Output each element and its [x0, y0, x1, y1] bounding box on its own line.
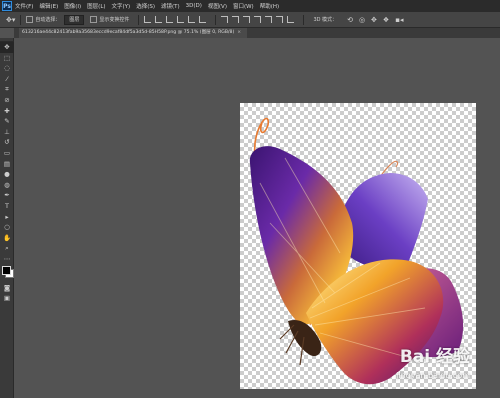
show-transform-label: 显示变换控件	[99, 17, 130, 23]
healing-brush-icon[interactable]: ✚	[0, 106, 14, 117]
divider	[303, 14, 305, 25]
distribute-top-icon[interactable]	[221, 16, 229, 23]
eraser-icon[interactable]: ▭	[0, 148, 14, 159]
menu-view[interactable]: 视图(V)	[208, 2, 227, 10]
menu-help[interactable]: 帮助(H)	[260, 2, 279, 10]
document-tab-title: 613216ae44c82413fab9a35683eccd9ecaf84df5…	[22, 30, 235, 35]
type-icon[interactable]: T	[0, 201, 14, 212]
close-icon[interactable]: ×	[237, 30, 241, 35]
shape-icon[interactable]: ○	[0, 222, 14, 233]
move-tool-preset-icon[interactable]: ✥▾	[6, 16, 15, 24]
menu-layer[interactable]: 图层(L)	[87, 2, 105, 10]
distribute-right-icon[interactable]	[276, 16, 284, 23]
menu-select[interactable]: 选择(S)	[136, 2, 155, 10]
menu-image[interactable]: 图像(I)	[64, 2, 81, 10]
eyedropper-icon[interactable]: ⊘	[0, 95, 14, 106]
watermark-logo: Bai 经验	[399, 347, 470, 367]
foreground-color-swatch[interactable]	[2, 266, 11, 276]
auto-select-dropdown[interactable]: 图层	[64, 14, 85, 25]
distribute-left-icon[interactable]	[254, 16, 262, 23]
move-icon[interactable]: ✥	[0, 42, 14, 53]
align-top-icon[interactable]	[144, 16, 152, 23]
menu-bar: Ps 文件(F) 编辑(E) 图像(I) 图层(L) 文字(Y) 选择(S) 滤…	[0, 0, 500, 12]
screen-mode-icon[interactable]: ▣	[0, 293, 14, 304]
history-brush-icon[interactable]: ↺	[0, 137, 14, 148]
photoshop-logo-icon: Ps	[2, 1, 12, 11]
distribute-vcenter-icon[interactable]	[232, 16, 240, 23]
more-tools-icon[interactable]: ⋯	[0, 254, 14, 265]
auto-align-icon[interactable]	[287, 16, 295, 23]
watermark-url: jingyan.baidu.com	[396, 371, 470, 380]
document-canvas[interactable]: Bai 经验 jingyan.baidu.com	[240, 103, 476, 389]
distribute-bottom-icon[interactable]	[243, 16, 251, 23]
align-buttons	[144, 14, 298, 25]
menu-edit[interactable]: 编辑(E)	[39, 2, 58, 10]
auto-select-label: 自动选择：	[35, 17, 61, 23]
tools-panel: ✥ ⬚ ◌ ⁄ ⌗ ⊘ ✚ ✎ ⊥ ↺ ▭ ▤ ● ◍ ✒ T ▸ ○ ✋ ⌕ ⋯ ◙ ▣	[0, 38, 14, 398]
marquee-icon[interactable]: ⬚	[0, 53, 14, 64]
options-bar: ✥▾ 自动选择： 图层 显示变换控件 3D 模式： ⟲ ◎ ✥ ❖ ▪◂	[0, 12, 500, 28]
align-bottom-icon[interactable]	[166, 16, 174, 23]
3d-mode-label: 3D 模式：	[313, 17, 338, 23]
lasso-icon[interactable]: ◌	[0, 63, 14, 74]
document-tab-bar: 613216ae44c82413fab9a35683eccd9ecaf84df5…	[14, 28, 500, 38]
quick-select-icon[interactable]: ⁄	[0, 74, 14, 85]
align-hcenter-icon[interactable]	[188, 16, 196, 23]
3d-rotate-icon[interactable]: ⟲	[347, 16, 353, 24]
align-right-icon[interactable]	[199, 16, 207, 23]
pen-icon[interactable]: ✒	[0, 190, 14, 201]
quick-mask-icon[interactable]: ◙	[0, 282, 14, 293]
menu-type[interactable]: 文字(Y)	[112, 2, 131, 10]
crop-icon[interactable]: ⌗	[0, 84, 14, 95]
blur-icon[interactable]: ●	[0, 169, 14, 180]
3d-scale-icon[interactable]: ▪◂	[395, 16, 403, 24]
auto-select-checkbox[interactable]	[26, 16, 34, 23]
distribute-hcenter-icon[interactable]	[265, 16, 273, 23]
tool-list: ✥ ⬚ ◌ ⁄ ⌗ ⊘ ✚ ✎ ⊥ ↺ ▭ ▤ ● ◍ ✒ T ▸ ○ ✋ ⌕ ⋯	[0, 42, 14, 265]
brush-icon[interactable]: ✎	[0, 116, 14, 127]
show-transform-checkbox[interactable]	[90, 16, 98, 23]
menu-window[interactable]: 窗口(W)	[233, 2, 254, 10]
menu-filter[interactable]: 滤镜(T)	[161, 2, 180, 10]
hand-icon[interactable]: ✋	[0, 233, 14, 244]
align-vcenter-icon[interactable]	[155, 16, 163, 23]
path-select-icon[interactable]: ▸	[0, 212, 14, 223]
menu-file[interactable]: 文件(F)	[15, 2, 33, 10]
divider	[20, 14, 22, 25]
menu-3d[interactable]: 3D(D)	[186, 3, 202, 9]
bottom-tool-list: ◙ ▣	[0, 282, 13, 303]
document-tab[interactable]: 613216ae44c82413fab9a35683eccd9ecaf84df5…	[19, 28, 248, 38]
3d-roll-icon[interactable]: ◎	[359, 16, 365, 24]
color-swatches[interactable]	[0, 264, 14, 282]
dodge-icon[interactable]: ◍	[0, 180, 14, 191]
align-left-icon[interactable]	[177, 16, 185, 23]
3d-pan-icon[interactable]: ✥	[371, 16, 377, 24]
zoom-icon[interactable]: ⌕	[0, 243, 14, 254]
divider	[138, 14, 140, 25]
gradient-icon[interactable]: ▤	[0, 159, 14, 170]
3d-slide-icon[interactable]: ❖	[383, 16, 389, 24]
clone-stamp-icon[interactable]: ⊥	[0, 127, 14, 138]
divider	[215, 14, 217, 25]
